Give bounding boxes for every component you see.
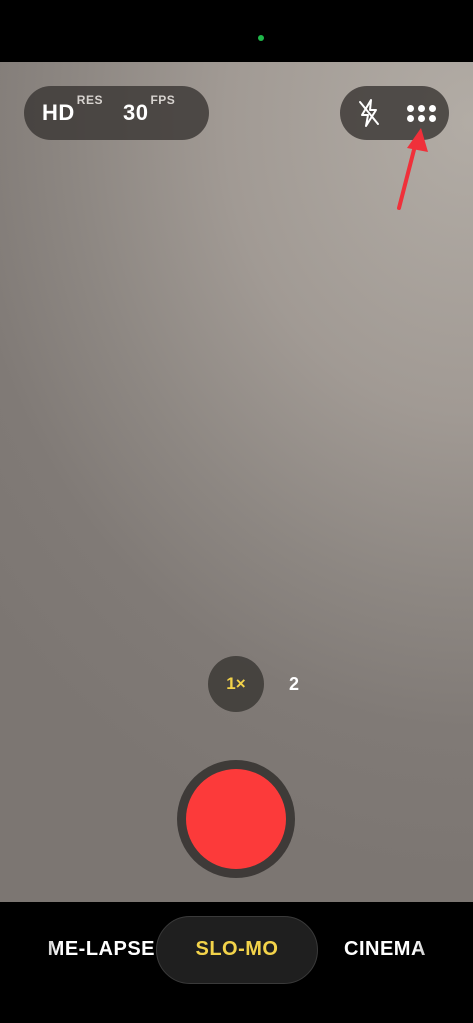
mode-fade-right (413, 925, 473, 975)
mode-slo-mo[interactable]: SLO-MO (156, 938, 318, 961)
resolution-unit: RES (76, 93, 103, 107)
status-area (0, 0, 473, 62)
fps-value: 30 (122, 100, 149, 125)
record-button-inner (186, 769, 286, 869)
flash-button[interactable] (350, 94, 388, 132)
mode-time-lapse-label: ME-LAPSE (47, 938, 155, 960)
zoom-2x-button[interactable]: 2 (280, 670, 308, 698)
annotation-arrow-icon (397, 128, 428, 210)
resolution-value: HD (42, 100, 75, 125)
record-button[interactable] (177, 760, 295, 878)
fps-toggle[interactable]: 30 FPS (122, 93, 175, 126)
resolution-fps-pill[interactable]: HD RES 30 FPS (24, 86, 209, 140)
zoom-1x-button[interactable]: 1× (208, 656, 264, 712)
camera-in-use-indicator (258, 35, 264, 41)
fps-unit: FPS (150, 93, 176, 107)
flash-off-icon (359, 99, 379, 127)
mode-fade-left (0, 925, 60, 975)
more-dots-icon (406, 104, 436, 122)
resolution-toggle[interactable]: HD RES (42, 93, 103, 126)
